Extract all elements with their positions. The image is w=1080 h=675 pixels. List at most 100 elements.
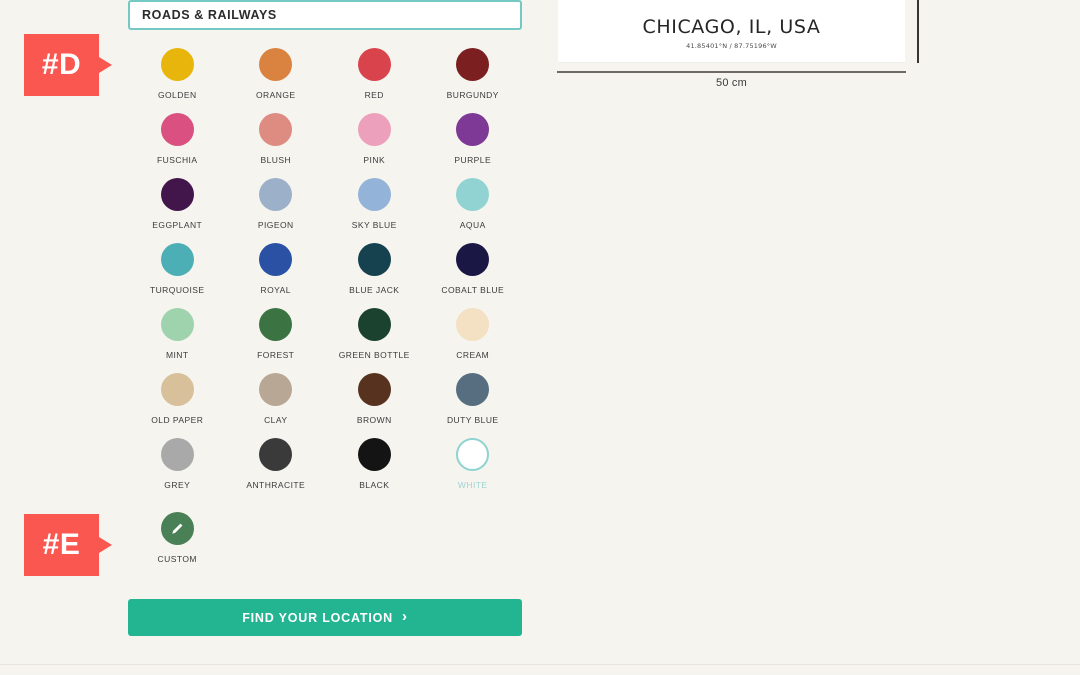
color-label: CREAM: [456, 350, 490, 360]
color-label: TURQUOISE: [149, 285, 205, 295]
color-dot[interactable]: [357, 48, 391, 81]
swatch-blush[interactable]: BLUSH: [227, 113, 326, 165]
poster-coordinates: 41.85401°N / 87.75196°W: [686, 42, 777, 50]
swatch-duty-blue[interactable]: DUTY BLUE: [424, 373, 523, 425]
color-label: MINT: [165, 350, 189, 360]
swatch-blue-jack[interactable]: BLUE JACK: [325, 243, 424, 295]
color-dot[interactable]: [259, 243, 293, 276]
color-label: WHITE: [457, 480, 488, 490]
color-dot[interactable]: [357, 308, 391, 341]
color-dot[interactable]: [259, 373, 293, 406]
color-label: OLD PAPER: [151, 415, 204, 425]
swatch-royal[interactable]: ROYAL: [227, 243, 326, 295]
swatch-eggplant[interactable]: EGGPLANT: [128, 178, 227, 230]
color-dot[interactable]: [456, 48, 490, 81]
poster-caption: CHICAGO, IL, USA 41.85401°N / 87.75196°W: [558, 16, 905, 50]
color-dot[interactable]: [357, 178, 391, 211]
color-dot[interactable]: [456, 438, 490, 471]
color-dot[interactable]: [456, 178, 490, 211]
swatch-grey[interactable]: GREY: [128, 438, 227, 490]
color-label: BLACK: [359, 480, 390, 490]
swatch-sky-blue[interactable]: SKY BLUE: [325, 178, 424, 230]
swatch-burgundy[interactable]: BURGUNDY: [424, 48, 523, 100]
map-style-value: ROADS & RAILWAYS: [142, 8, 277, 22]
color-dot[interactable]: [259, 178, 293, 211]
color-label: AQUA: [459, 220, 486, 230]
poster-frame-edge: [917, 0, 919, 63]
swatch-fuschia[interactable]: FUSCHIA: [128, 113, 227, 165]
swatch-turquoise[interactable]: TURQUOISE: [128, 243, 227, 295]
color-label: SKY BLUE: [351, 220, 397, 230]
pencil-icon: [167, 519, 187, 539]
page-root: ROADS & RAILWAYS GOLDEN ORANGE RED BURGUNDY…: [0, 0, 1080, 675]
color-dot[interactable]: [160, 243, 194, 276]
step-badge-d-label: #D: [41, 48, 82, 81]
color-dot[interactable]: [160, 308, 194, 341]
color-label: PURPLE: [454, 155, 492, 165]
step-badge-e-pointer: [99, 537, 112, 553]
find-your-location-button[interactable]: FIND YOUR LOCATION ›: [128, 599, 522, 636]
color-dot[interactable]: [456, 373, 490, 406]
swatch-cobalt-blue[interactable]: COBALT BLUE: [424, 243, 523, 295]
swatch-mint[interactable]: MINT: [128, 308, 227, 360]
color-dot[interactable]: [357, 113, 391, 146]
swatch-old-paper[interactable]: OLD PAPER: [128, 373, 227, 425]
color-label: FUSCHIA: [157, 155, 198, 165]
poster-city-title: CHICAGO, IL, USA: [642, 16, 821, 38]
custom-color-dot[interactable]: [160, 512, 194, 545]
custom-color-label: CUSTOM: [157, 554, 197, 564]
color-dot[interactable]: [259, 438, 293, 471]
color-dot[interactable]: [160, 48, 194, 81]
color-dot[interactable]: [160, 373, 194, 406]
color-dot[interactable]: [357, 438, 391, 471]
swatch-cream[interactable]: CREAM: [424, 308, 523, 360]
map-style-input[interactable]: ROADS & RAILWAYS: [128, 0, 522, 30]
swatch-black[interactable]: BLACK: [325, 438, 424, 490]
color-palette-grid: GOLDEN ORANGE RED BURGUNDY FUSCHIA BLUSH PINK P…: [128, 48, 522, 490]
color-dot[interactable]: [160, 113, 194, 146]
step-badge-d-pointer: [99, 57, 112, 73]
swatch-forest[interactable]: FOREST: [227, 308, 326, 360]
color-label: FOREST: [257, 350, 295, 360]
swatch-anthracite[interactable]: ANTHRACITE: [227, 438, 326, 490]
step-badge-e: #E: [24, 514, 112, 576]
poster-size-label: 50 cm: [716, 77, 747, 89]
swatch-pink[interactable]: PINK: [325, 113, 424, 165]
color-dot[interactable]: [456, 308, 490, 341]
color-dot[interactable]: [456, 113, 490, 146]
swatch-pigeon[interactable]: PIGEON: [227, 178, 326, 230]
map-poster-preview[interactable]: CHICAGO, IL, USA 41.85401°N / 87.75196°W: [558, 0, 905, 63]
swatch-golden[interactable]: GOLDEN: [128, 48, 227, 100]
swatch-white[interactable]: WHITE: [424, 438, 523, 490]
swatch-brown[interactable]: BROWN: [325, 373, 424, 425]
color-dot[interactable]: [456, 243, 490, 276]
swatch-purple[interactable]: PURPLE: [424, 113, 523, 165]
color-dot[interactable]: [160, 438, 194, 471]
step-badge-d: #D: [24, 34, 112, 96]
color-label: BLUSH: [260, 155, 292, 165]
color-label: PIGEON: [257, 220, 294, 230]
color-label: ANTHRACITE: [246, 480, 306, 490]
color-label: BROWN: [356, 415, 392, 425]
swatch-aqua[interactable]: AQUA: [424, 178, 523, 230]
swatch-red[interactable]: RED: [325, 48, 424, 100]
swatch-green-bottle[interactable]: GREEN BOTTLE: [325, 308, 424, 360]
section-divider: [0, 664, 1080, 665]
color-label: RED: [364, 90, 384, 100]
swatch-clay[interactable]: CLAY: [227, 373, 326, 425]
color-dot[interactable]: [259, 48, 293, 81]
color-label: ORANGE: [255, 90, 296, 100]
swatch-custom[interactable]: CUSTOM: [128, 512, 227, 564]
poster-size-ruler: 50 cm: [557, 71, 906, 89]
color-label: DUTY BLUE: [446, 415, 499, 425]
color-dot[interactable]: [357, 243, 391, 276]
map-configurator-panel: ROADS & RAILWAYS GOLDEN ORANGE RED BURGUNDY…: [128, 0, 522, 636]
color-label: BURGUNDY: [446, 90, 499, 100]
custom-color-row: CUSTOM: [128, 512, 522, 564]
swatch-orange[interactable]: ORANGE: [227, 48, 326, 100]
color-dot[interactable]: [259, 113, 293, 146]
color-dot[interactable]: [160, 178, 194, 211]
color-dot[interactable]: [357, 373, 391, 406]
color-dot[interactable]: [259, 308, 293, 341]
chevron-right-icon: ›: [401, 608, 408, 625]
